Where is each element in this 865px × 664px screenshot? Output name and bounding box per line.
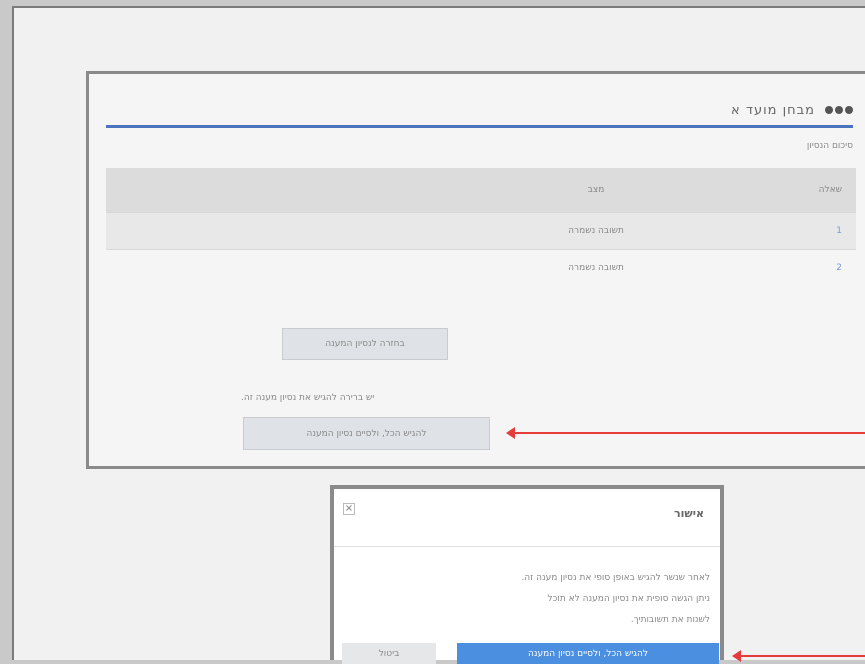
question-number[interactable]: 2 <box>836 263 842 273</box>
quiz-icon <box>825 106 853 114</box>
annotation-arrow-submit <box>506 427 865 439</box>
page-title: מבחן מועד א <box>731 102 815 118</box>
annotation-arrow-confirm <box>732 650 865 662</box>
submit-notice: יש ברירה להגיש את נסיון מענה זה. <box>241 393 375 403</box>
question-status: תשובה נשמרה <box>415 212 777 250</box>
dialog-footer: ביטול להגיש הכל, ולסיים נסיון המענה <box>334 639 720 664</box>
quiz-summary-panel: מבחן מועד א סיכום הנסיון שאלה מצב 1 תשוב… <box>86 71 865 469</box>
column-header-question: שאלה <box>777 168 856 213</box>
title-divider <box>106 125 853 128</box>
dialog-body: לאחר שנשר להגיש באופן סופי את נסיון מענה… <box>380 568 710 631</box>
dialog-header: × אישור <box>334 489 720 547</box>
cancel-button[interactable]: ביטול <box>342 643 436 664</box>
row-spacer <box>106 212 415 250</box>
question-link[interactable]: 2 <box>777 249 856 286</box>
column-header-status: מצב <box>415 168 777 213</box>
confirm-submit-button[interactable]: להגיש הכל, ולסיים נסיון המענה <box>457 643 719 664</box>
question-status: תשובה נשמרה <box>415 249 777 286</box>
page-header: מבחן מועד א <box>731 100 853 120</box>
confirm-dialog: × אישור לאחר שנשר להגיש באופן סופי את נס… <box>330 485 724 664</box>
question-number[interactable]: 1 <box>836 226 842 236</box>
dialog-title: אישור <box>674 507 704 520</box>
table-row: 1 תשובה נשמרה <box>106 212 856 250</box>
dialog-body-line: לשנות את תשובותיך. <box>630 615 710 625</box>
attempt-summary-table: שאלה מצב 1 תשובה נשמרה 2 תשובה נשמרה <box>106 168 856 286</box>
close-icon[interactable]: × <box>343 503 355 515</box>
row-spacer <box>106 249 415 286</box>
summary-subtitle: סיכום הנסיון <box>806 141 853 151</box>
dialog-body-line: לאחר שנשר להגיש באופן סופי את נסיון מענה… <box>521 573 710 583</box>
question-link[interactable]: 1 <box>777 212 856 250</box>
column-header-spacer <box>106 168 415 213</box>
return-to-attempt-button[interactable]: בחזרה לנסיון המענה <box>282 328 448 360</box>
dialog-body-line: ניתן הגשה סופית את נסיון המענה לא תוכל <box>547 594 710 604</box>
table-row: 2 תשובה נשמרה <box>106 249 856 286</box>
table-header-row: שאלה מצב <box>106 168 856 213</box>
submit-all-button[interactable]: להגיש הכל, ולסיים נסיון המענה <box>243 417 490 450</box>
